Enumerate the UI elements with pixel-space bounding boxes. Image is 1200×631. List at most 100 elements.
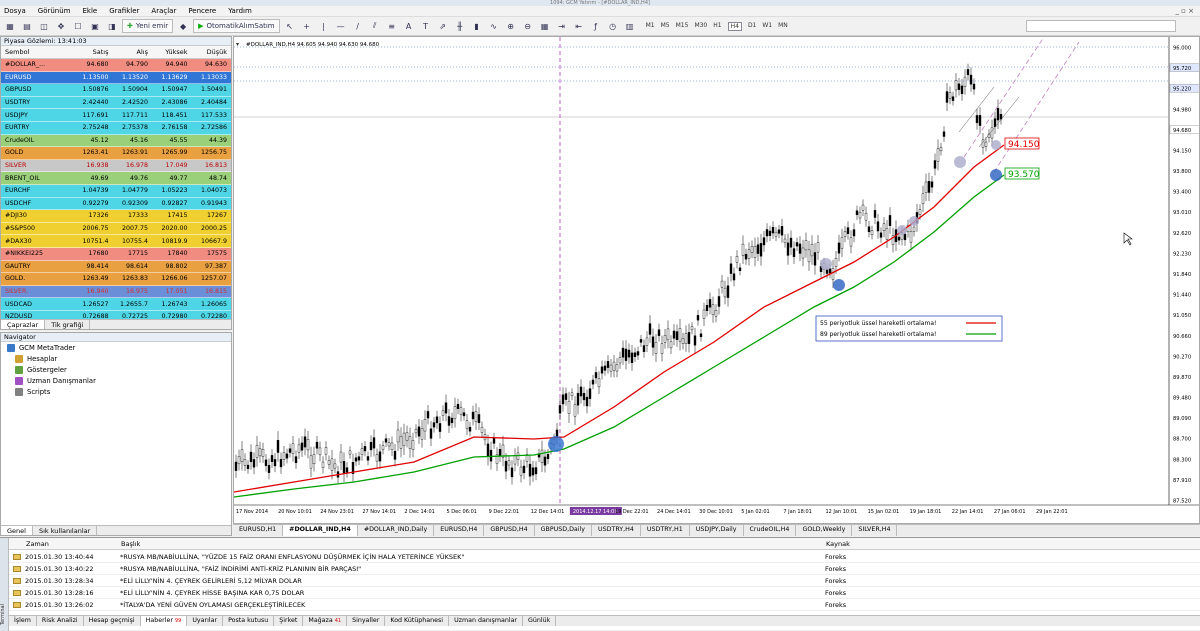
bar-chart-icon[interactable]: ╫ bbox=[453, 19, 467, 33]
timeframe-d1[interactable]: D1 bbox=[748, 22, 756, 31]
navigator-icon[interactable]: ☐ bbox=[71, 19, 85, 33]
auto-trading-button[interactable]: ▶ OtomatikAlımSatım bbox=[193, 19, 280, 33]
arrow-icon[interactable]: ⇗ bbox=[436, 19, 450, 33]
market-watch-row[interactable]: #DJI30 17326 17333 17415 17267 bbox=[1, 210, 231, 223]
nav-tab-0[interactable]: Genel bbox=[1, 526, 33, 535]
terminal-tab[interactable]: Günlük bbox=[523, 616, 557, 626]
terminal-tab[interactable]: Mağaza 41 bbox=[303, 616, 348, 626]
market-watch-row[interactable]: USDCAD 1.26527 1.2655.7 1.26743 1.26065 bbox=[1, 298, 231, 311]
chart-tab[interactable]: USDTRY,H1 bbox=[641, 525, 690, 536]
channel-icon[interactable]: ⫽ bbox=[368, 19, 382, 33]
news-row[interactable]: 2015.01.30 13:28:16 *ELİ LİLLY'NİN 4. ÇEY… bbox=[9, 587, 1200, 599]
vertical-line-icon[interactable]: | bbox=[317, 19, 331, 33]
chart-tab[interactable]: USDJPY,Daily bbox=[690, 525, 744, 536]
nav-tab-1[interactable]: Sık kullanılanlar bbox=[33, 526, 98, 535]
data-window-icon[interactable]: ✥ bbox=[54, 19, 68, 33]
mw-col-3[interactable]: Yüksek bbox=[152, 48, 192, 56]
news-col-source[interactable]: Kaynak bbox=[826, 540, 1126, 548]
chart-canvas[interactable]: 96.000 95.720 95.220 94.980 94.680 94.150 93.8… bbox=[234, 37, 1200, 524]
news-col-title[interactable]: Başlık bbox=[121, 540, 826, 548]
line-chart-icon[interactable]: ∿ bbox=[487, 19, 501, 33]
menu-item-4[interactable]: Araçlar bbox=[151, 7, 176, 15]
profiles-icon[interactable]: ▤ bbox=[20, 19, 34, 33]
market-watch-row[interactable]: #NIKKEI225 17680 17715 17840 17575 bbox=[1, 247, 231, 261]
terminal-tab[interactable]: Haberler 99 bbox=[140, 616, 188, 626]
market-watch-row[interactable]: EURCHF 1.04739 1.04779 1.05223 1.04073 bbox=[1, 184, 231, 198]
crosshair-icon[interactable]: + bbox=[300, 19, 314, 33]
cursor-icon[interactable]: ↖ bbox=[283, 19, 297, 33]
horizontal-line-icon[interactable]: — bbox=[334, 19, 348, 33]
chart-tab[interactable]: GOLD,Weekly bbox=[796, 525, 853, 536]
chart-tab[interactable]: GBPUSD,H4 bbox=[484, 525, 535, 536]
navigator-item[interactable]: GCM MetaTrader bbox=[1, 342, 231, 353]
market-watch-row[interactable]: USDCHF 0.92279 0.92309 0.92827 0.91943 bbox=[1, 197, 231, 211]
timeframe-m15[interactable]: M15 bbox=[676, 22, 689, 31]
terminal-tab[interactable]: Risk Analizi bbox=[37, 616, 84, 626]
zoom-in-icon[interactable]: ⊕ bbox=[504, 19, 518, 33]
market-watch-row[interactable]: #DOLLAR_... 94.680 94.790 94.940 94.630 bbox=[1, 59, 231, 72]
mw-col-2[interactable]: Alış bbox=[113, 48, 153, 56]
terminal-tab[interactable]: İşlem bbox=[9, 616, 37, 626]
news-row[interactable]: 2015.01.30 13:40:22 *RUSYA MB/NABİULLİNA,… bbox=[9, 563, 1200, 575]
terminal-tab[interactable]: Posta kutusu bbox=[223, 616, 275, 626]
market-watch-row[interactable]: EURTRY 2.75248 2.75378 2.76158 2.72586 bbox=[1, 121, 231, 135]
window-controls-icon[interactable]: _ ▫ × bbox=[1175, 7, 1194, 15]
news-col-time[interactable]: Zaman bbox=[26, 540, 121, 548]
menu-item-5[interactable]: Pencere bbox=[188, 7, 216, 15]
market-watch-row[interactable]: GOLD 1263.41 1263.91 1265.99 1256.75 bbox=[1, 147, 231, 160]
navigator-item[interactable]: Göstergeler bbox=[1, 364, 231, 375]
chart-tab[interactable]: CrudeOIL,H4 bbox=[744, 525, 797, 536]
mw-col-1[interactable]: Satış bbox=[73, 48, 113, 56]
news-row[interactable]: 2015.01.30 13:28:34 *ELİ LİLLY'NİN 4. ÇEY… bbox=[9, 575, 1200, 587]
timeframe-mn[interactable]: MN bbox=[778, 22, 788, 31]
templates-icon[interactable]: ▥ bbox=[623, 19, 637, 33]
market-watch-row[interactable]: CrudeOIL 45.12 45.16 45.55 44.39 bbox=[1, 134, 231, 148]
chart-tab[interactable]: #DOLLAR_IND,Daily bbox=[358, 525, 435, 536]
zoom-out-icon[interactable]: ⊖ bbox=[521, 19, 535, 33]
channel-lower[interactable] bbox=[993, 41, 1080, 173]
mw-col-0[interactable]: Sembol bbox=[1, 48, 73, 56]
fibonacci-icon[interactable]: ≡ bbox=[385, 19, 399, 33]
chart-tab[interactable]: GBPUSD,Daily bbox=[535, 525, 593, 536]
timeframe-m1[interactable]: M1 bbox=[646, 22, 655, 31]
market-watch-row[interactable]: GBPUSD 1.50876 1.50904 1.50947 1.50491 bbox=[1, 84, 231, 97]
menu-item-0[interactable]: Dosya bbox=[4, 7, 26, 15]
mw-tab-1[interactable]: Tik grafiği bbox=[45, 320, 91, 329]
periods-icon[interactable]: ◷ bbox=[606, 19, 620, 33]
navigator-item[interactable]: Scripts bbox=[1, 386, 231, 397]
chart-tab[interactable]: #DOLLAR_IND,H4 bbox=[283, 525, 358, 536]
chart-tab[interactable]: EURUSD,H4 bbox=[434, 525, 485, 536]
chart-tab[interactable]: EURUSD,H1 bbox=[233, 525, 284, 536]
terminal-tab[interactable]: Uyarılar bbox=[187, 616, 224, 626]
chart-shift-icon[interactable]: ⇤ bbox=[572, 19, 586, 33]
market-watch-row[interactable]: EURUSD 1.13500 1.13520 1.13629 1.13033 bbox=[1, 71, 231, 85]
navigator-item[interactable]: Uzman Danışmanlar bbox=[1, 375, 231, 386]
market-watch-row[interactable]: USDTRY 2.42440 2.42520 2.43086 2.40484 bbox=[1, 96, 231, 110]
market-watch-row[interactable]: SILVER. 16.940 16.975 17.051 16.815 bbox=[1, 285, 231, 299]
tile-icon[interactable]: ▦ bbox=[538, 19, 552, 33]
market-watch-row[interactable]: GAUTRY 98.414 98.614 98.802 97.387 bbox=[1, 260, 231, 274]
mw-tab-0[interactable]: Çaprazlar bbox=[1, 320, 46, 329]
terminal-tab[interactable]: Kod Kütüphanesi bbox=[385, 616, 450, 626]
search-input[interactable] bbox=[1026, 20, 1176, 32]
meta-editor-icon[interactable]: ◆ bbox=[176, 19, 190, 33]
trendline-icon[interactable]: / bbox=[351, 19, 365, 33]
market-watch-row[interactable]: GOLD. 1263.49 1263.83 1266.06 1257.07 bbox=[1, 273, 231, 286]
menu-item-6[interactable]: Yardım bbox=[228, 7, 252, 15]
menu-item-3[interactable]: Grafikler bbox=[109, 7, 139, 15]
timeframe-m5[interactable]: M5 bbox=[661, 22, 670, 31]
navigator-item[interactable]: Hesaplar bbox=[1, 353, 231, 364]
market-watch-row[interactable]: #S&P500 2006.75 2007.75 2020.00 2000.25 bbox=[1, 222, 231, 236]
news-row[interactable]: 2015.01.30 13:40:44 *RUSYA MB/NABİULLİNA,… bbox=[9, 551, 1200, 563]
terminal-tab[interactable]: Şirket bbox=[274, 616, 304, 626]
terminal-tab[interactable]: Sinyaller bbox=[347, 616, 386, 626]
price-chart[interactable]: 96.000 95.720 95.220 94.980 94.680 94.150 93.8… bbox=[233, 36, 1200, 524]
menu-item-1[interactable]: Görünüm bbox=[38, 7, 71, 15]
menu-item-2[interactable]: Ekle bbox=[82, 7, 97, 15]
terminal-icon[interactable]: ▣ bbox=[88, 19, 102, 33]
market-watch-row[interactable]: BRENT_OIL 49.69 49.76 49.77 48.74 bbox=[1, 172, 231, 185]
label-icon[interactable]: T bbox=[419, 19, 433, 33]
tester-icon[interactable]: ◨ bbox=[105, 19, 119, 33]
market-watch-icon[interactable]: ◫ bbox=[37, 19, 51, 33]
terminal-tab[interactable]: Uzman danışmanlar bbox=[449, 616, 524, 626]
